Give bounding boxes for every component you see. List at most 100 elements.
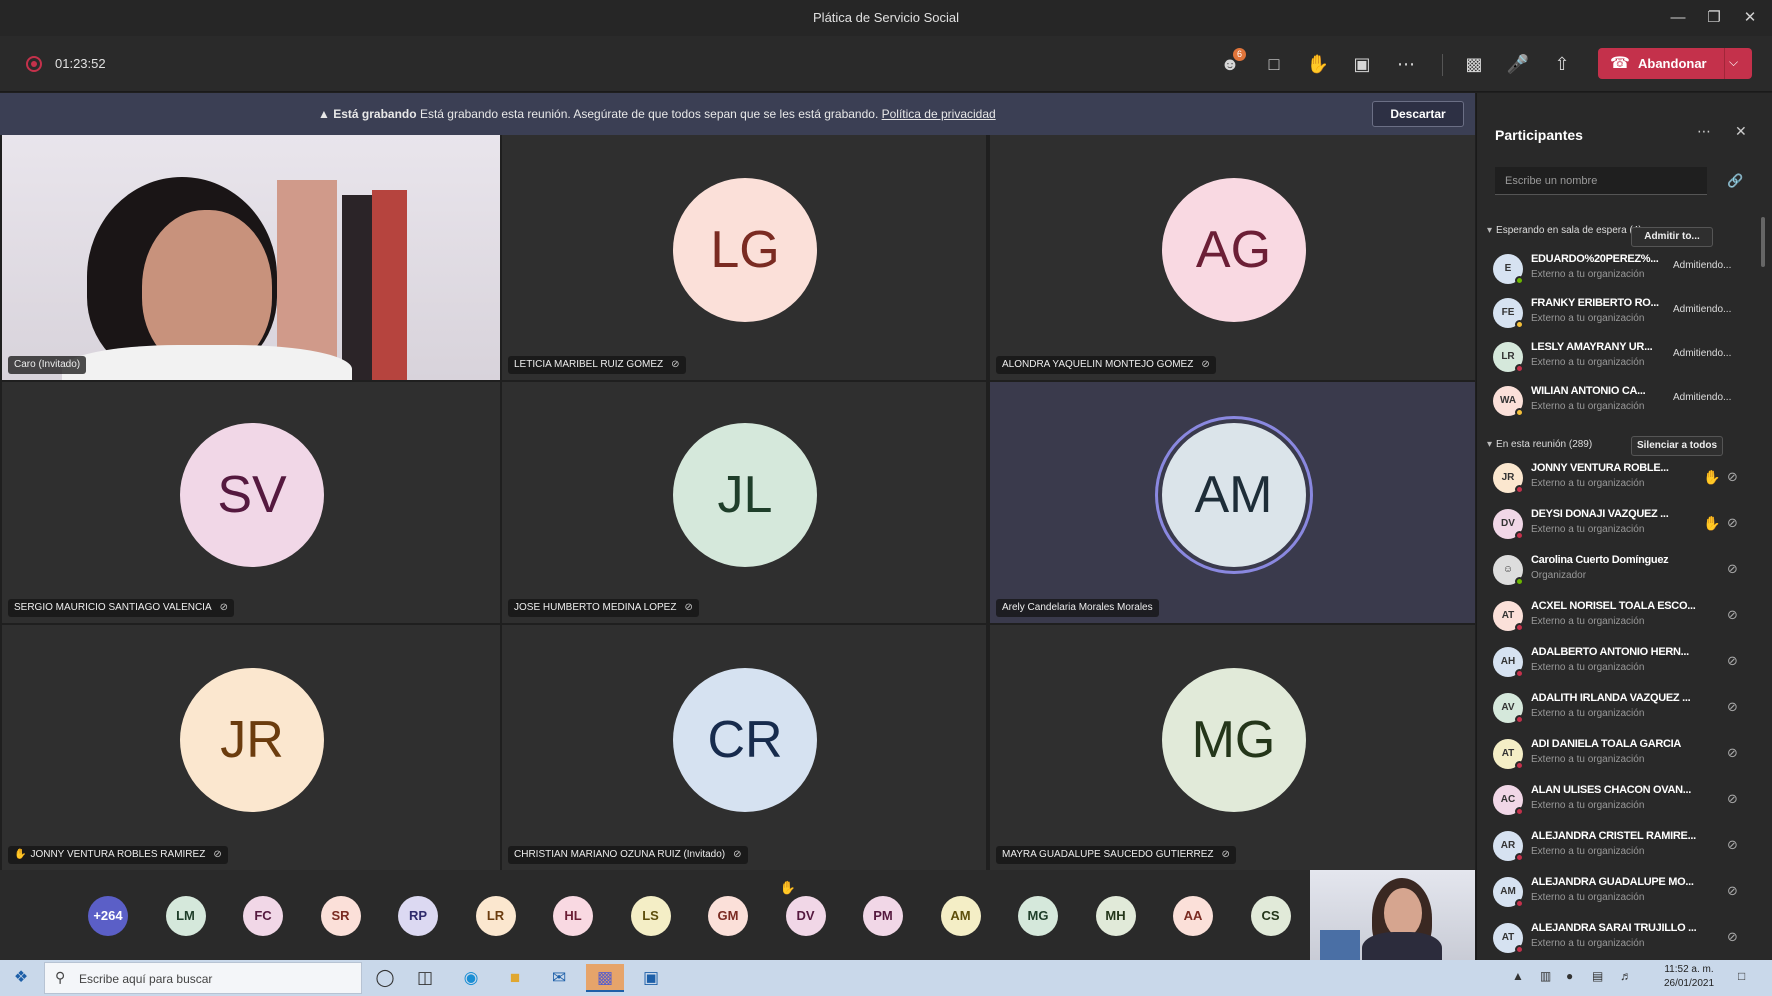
participant-tile[interactable]: AM Arely Candelaria Morales Morales [990, 382, 1475, 623]
participant-row[interactable]: AR ALEJANDRA CRISTEL RAMIRE... Externo a t… [1477, 827, 1757, 867]
strip-avatar[interactable]: DV ✋ [780, 880, 826, 936]
panel-more-icon[interactable]: ⋯ [1697, 123, 1711, 140]
strip-avatar[interactable]: FC [243, 896, 283, 936]
leave-button[interactable]: ☎ Abandonar ⌵ [1598, 48, 1752, 79]
mic-muted-icon[interactable]: ⊘ [1727, 745, 1738, 761]
participant-row[interactable]: ☺ Carolina Cuerto Domínguez Organizador ⊘ [1477, 551, 1757, 591]
participant-tile[interactable]: JR ✋ JONNY VENTURA ROBLES RAMIREZ ⊘ [2, 625, 500, 870]
microphone-button[interactable]: 🎤 [1502, 50, 1534, 78]
tray-chevron-icon[interactable]: ▲ [1512, 969, 1524, 983]
tray-volume-icon[interactable]: ♬ [1620, 969, 1632, 983]
participant-row[interactable]: AV ADALITH IRLANDA VAZQUEZ ... Externo a t… [1477, 689, 1757, 729]
teams-app[interactable]: ▩ [586, 964, 624, 992]
taskbar-clock[interactable]: 11:52 a. m. 26/01/2021 [1654, 963, 1724, 991]
participant-row[interactable]: AC ALAN ULISES CHACON OVAN... Externo a tu… [1477, 781, 1757, 821]
participant-row[interactable]: DV DEYSI DONAJI VAZQUEZ ... Externo a tu o… [1477, 505, 1757, 545]
mail-app[interactable]: ✉ [540, 964, 578, 992]
mic-muted-icon[interactable]: ⊘ [1727, 837, 1738, 853]
participant-name: ALEJANDRA GUADALUPE MO... [1531, 876, 1694, 888]
strip-avatar[interactable]: LM [165, 896, 206, 936]
mic-muted-icon[interactable]: ⊘ [1727, 929, 1738, 945]
strip-avatar[interactable]: SR [320, 896, 361, 936]
tray-mic-icon[interactable]: ● [1566, 969, 1573, 983]
strip-avatar[interactable]: HL [553, 896, 593, 936]
strip-avatar[interactable]: AA [1173, 896, 1213, 936]
tray-wifi-icon[interactable]: ▤ [1592, 969, 1603, 983]
notifications-icon[interactable]: □ [1738, 969, 1745, 983]
participant-tile[interactable]: SV SERGIO MAURICIO SANTIAGO VALENCIA ⊘ [2, 382, 500, 623]
share-invite-icon[interactable]: 🔗 [1727, 173, 1743, 189]
mic-muted-icon[interactable]: ⊘ [1727, 561, 1738, 577]
mic-muted-icon[interactable]: ⊘ [1727, 607, 1738, 623]
start-button[interactable]: ❖ [8, 966, 34, 990]
share-screen-button[interactable]: ⇧ [1546, 50, 1578, 78]
mic-muted-icon[interactable]: ⊘ [1727, 515, 1738, 531]
lobby-participant-row[interactable]: WA WILIAN ANTONIO CA... Externo a tu organ… [1477, 382, 1757, 422]
mic-muted-icon[interactable]: ⊘ [1727, 791, 1738, 807]
cortana-button[interactable]: ◯ [366, 964, 404, 992]
close-window-button[interactable]: ✕ [1734, 6, 1766, 30]
show-chat-button[interactable]: □ [1258, 50, 1290, 78]
strip-avatar[interactable]: CS [1250, 896, 1291, 936]
participant-search-input[interactable] [1495, 167, 1707, 195]
participant-tile[interactable]: JL JOSE HUMBERTO MEDINA LOPEZ ⊘ [502, 382, 986, 623]
tray-network-icon[interactable]: ▥ [1540, 969, 1551, 983]
word-app[interactable]: ▣ [632, 964, 670, 992]
mic-muted-icon[interactable]: ⊘ [1727, 699, 1738, 715]
lobby-participant-row[interactable]: LR LESLY AMAYRANY UR... Externo a tu organ… [1477, 338, 1757, 378]
participant-row[interactable]: JR JONNY VENTURA ROBLE... Externo a tu org… [1477, 459, 1757, 499]
video-tile[interactable]: Caro (Invitado) [2, 135, 500, 380]
strip-avatar[interactable]: LR [475, 896, 516, 936]
strip-avatar[interactable]: GM [708, 896, 748, 936]
dismiss-button[interactable]: Descartar [1372, 101, 1464, 127]
strip-avatar[interactable]: AM [940, 896, 981, 936]
mic-muted-icon[interactable]: ⊘ [1727, 653, 1738, 669]
mic-muted-icon[interactable]: ⊘ [1727, 469, 1738, 485]
participant-row[interactable]: AT ACXEL NORISEL TOALA ESCO... Externo a t… [1477, 597, 1757, 637]
more-participants-badge[interactable]: +264 [88, 896, 128, 936]
panel-close-icon[interactable]: ✕ [1735, 123, 1747, 140]
participant-tile[interactable]: AG ALONDRA YAQUELIN MONTEJO GOMEZ ⊘ [990, 135, 1475, 380]
mute-all-button[interactable]: Silenciar a todos [1631, 436, 1723, 456]
participant-role: Externo a tu organización [1531, 846, 1645, 857]
show-participants-button[interactable]: ☻ [1214, 48, 1246, 78]
windows-logo-icon: ❖ [13, 969, 29, 986]
participant-role: Externo a tu organización [1531, 754, 1645, 765]
participant-row[interactable]: AT ALEJANDRA SARAI TRUJILLO ... Externo a … [1477, 919, 1757, 959]
participant-tile[interactable]: LG LETICIA MARIBEL RUIZ GOMEZ ⊘ [502, 135, 986, 380]
strip-avatar[interactable]: MH [1095, 896, 1136, 936]
taskbar-search[interactable]: ⚲ Escribe aquí para buscar [44, 962, 362, 994]
raised-hand-icon: ✋ [14, 849, 27, 860]
participant-row[interactable]: AH ADALBERTO ANTONIO HERN... Externo a tu … [1477, 643, 1757, 683]
chevron-down-icon[interactable]: ⌵ [1729, 55, 1738, 70]
strip-avatar[interactable]: RP [398, 896, 438, 936]
recording-icon [26, 56, 42, 72]
more-actions-button[interactable]: ⋯ [1390, 50, 1422, 78]
participant-row[interactable]: AT ADI DANIELA TOALA GARCIA Externo a tu o… [1477, 735, 1757, 775]
restore-button[interactable]: ❐ [1698, 6, 1730, 30]
task-view-button[interactable]: ◫ [406, 964, 444, 992]
edge-app[interactable]: ◉ [452, 964, 490, 992]
lobby-participant-row[interactable]: FE FRANKY ERIBERTO RO... Externo a tu orga… [1477, 294, 1757, 334]
participant-row[interactable]: AM ALEJANDRA GUADALUPE MO... Externo a tu … [1477, 873, 1757, 913]
meeting-section-header[interactable]: ▾ En esta reunión (289) [1487, 439, 1647, 451]
file-explorer-app[interactable]: ■ [496, 964, 534, 992]
admit-all-button[interactable]: Admitir to... [1631, 227, 1713, 247]
strip-avatar[interactable]: LS [630, 896, 671, 936]
panel-scrollbar[interactable] [1761, 217, 1765, 267]
participant-name: Caro (Invitado) [14, 359, 81, 370]
participant-tile[interactable]: CR CHRISTIAN MARIANO OZUNA RUIZ (Invitado… [502, 625, 986, 870]
leave-divider [1724, 48, 1725, 79]
strip-avatar[interactable]: PM [863, 896, 903, 936]
minimize-button[interactable]: — [1662, 6, 1694, 30]
participant-tile[interactable]: MG MAYRA GUADALUPE SAUCEDO GUTIERREZ ⊘ [990, 625, 1475, 870]
lobby-participant-row[interactable]: E EDUARDO%20PEREZ%... Externo a tu organiz… [1477, 250, 1757, 290]
breakout-rooms-button[interactable]: ▣ [1346, 50, 1378, 78]
lobby-section-header[interactable]: ▾ Esperando en sala de espera (4) [1487, 225, 1647, 237]
self-video[interactable] [1310, 870, 1475, 960]
strip-avatar[interactable]: MG [1018, 896, 1058, 936]
camera-button[interactable]: ▩ [1458, 50, 1490, 78]
privacy-policy-link[interactable]: Política de privacidad [882, 107, 996, 121]
raise-hand-button[interactable]: ✋ [1302, 50, 1334, 78]
mic-muted-icon[interactable]: ⊘ [1727, 883, 1738, 899]
